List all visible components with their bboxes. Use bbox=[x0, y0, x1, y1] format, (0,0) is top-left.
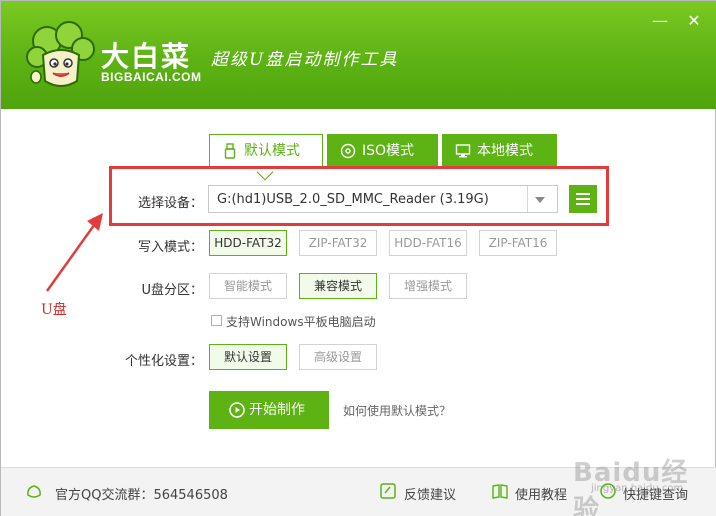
tab-label: 默认模式 bbox=[244, 143, 300, 159]
header-banner: 大白菜 BIGBAICAI.COM 超级U盘启动制作工具 — ✕ bbox=[1, 1, 716, 109]
tab-local-mode[interactable]: 本地模式 bbox=[442, 134, 557, 168]
write-mode-zip-fat32[interactable]: ZIP-FAT32 bbox=[299, 230, 377, 256]
feedback-link[interactable]: 反馈建议 bbox=[404, 484, 456, 503]
brand-name: 大白菜 bbox=[101, 40, 192, 73]
annotation-label: U盘 bbox=[41, 302, 67, 318]
partition-smart-mode[interactable]: 智能模式 bbox=[209, 273, 287, 299]
minimize-button[interactable]: — bbox=[649, 11, 671, 33]
watermark-sub: jingyan.baidu.com bbox=[591, 483, 684, 494]
qq-group-text: 官方QQ交流群：564546508 bbox=[55, 488, 228, 503]
partition-compat-mode[interactable]: 兼容模式 bbox=[299, 273, 377, 299]
tutorial-link[interactable]: 使用教程 bbox=[515, 484, 567, 503]
usb-icon bbox=[224, 143, 236, 159]
annotation-arrow-icon bbox=[45, 213, 103, 292]
play-icon bbox=[229, 402, 245, 418]
cabbage-mascot-icon bbox=[26, 21, 95, 87]
highlight-box bbox=[109, 166, 609, 226]
write-mode-zip-fat16[interactable]: ZIP-FAT16 bbox=[479, 230, 557, 256]
windows-tablet-label[interactable]: 支持Windows平板电脑启动 bbox=[226, 313, 376, 330]
personalize-default[interactable]: 默认设置 bbox=[209, 344, 287, 370]
tab-iso-mode[interactable]: ISO模式 bbox=[327, 134, 438, 168]
partition-label: U盘分区： bbox=[141, 283, 203, 298]
personalize-advanced[interactable]: 高级设置 bbox=[299, 344, 377, 370]
personalize-label: 个性化设置： bbox=[124, 354, 203, 369]
start-button[interactable]: 开始制作 bbox=[209, 391, 329, 429]
write-mode-label: 写入模式： bbox=[137, 240, 203, 255]
monitor-icon bbox=[455, 144, 471, 158]
tutorial-icon bbox=[492, 484, 508, 499]
write-mode-hdd-fat32[interactable]: HDD-FAT32 bbox=[209, 230, 287, 256]
disc-icon bbox=[340, 143, 356, 159]
write-mode-hdd-fat16[interactable]: HDD-FAT16 bbox=[389, 230, 467, 256]
help-link[interactable]: 如何使用默认模式？ bbox=[343, 402, 451, 419]
qq-group-icon bbox=[27, 485, 41, 498]
close-button[interactable]: ✕ bbox=[683, 11, 705, 33]
start-button-label: 开始制作 bbox=[249, 402, 305, 418]
app-window: 大白菜 BIGBAICAI.COM 超级U盘启动制作工具 — ✕ 默认模式 IS… bbox=[0, 0, 716, 516]
slogan: 超级U盘启动制作工具 bbox=[211, 50, 399, 70]
tab-label: 本地模式 bbox=[477, 143, 533, 159]
feedback-icon bbox=[380, 483, 396, 499]
tab-label: ISO模式 bbox=[362, 143, 415, 159]
brand-url: BIGBAICAI.COM bbox=[101, 70, 202, 84]
windows-tablet-checkbox[interactable] bbox=[211, 315, 222, 326]
tab-default-mode[interactable]: 默认模式 bbox=[209, 134, 323, 168]
partition-enhanced-mode[interactable]: 增强模式 bbox=[389, 273, 467, 299]
